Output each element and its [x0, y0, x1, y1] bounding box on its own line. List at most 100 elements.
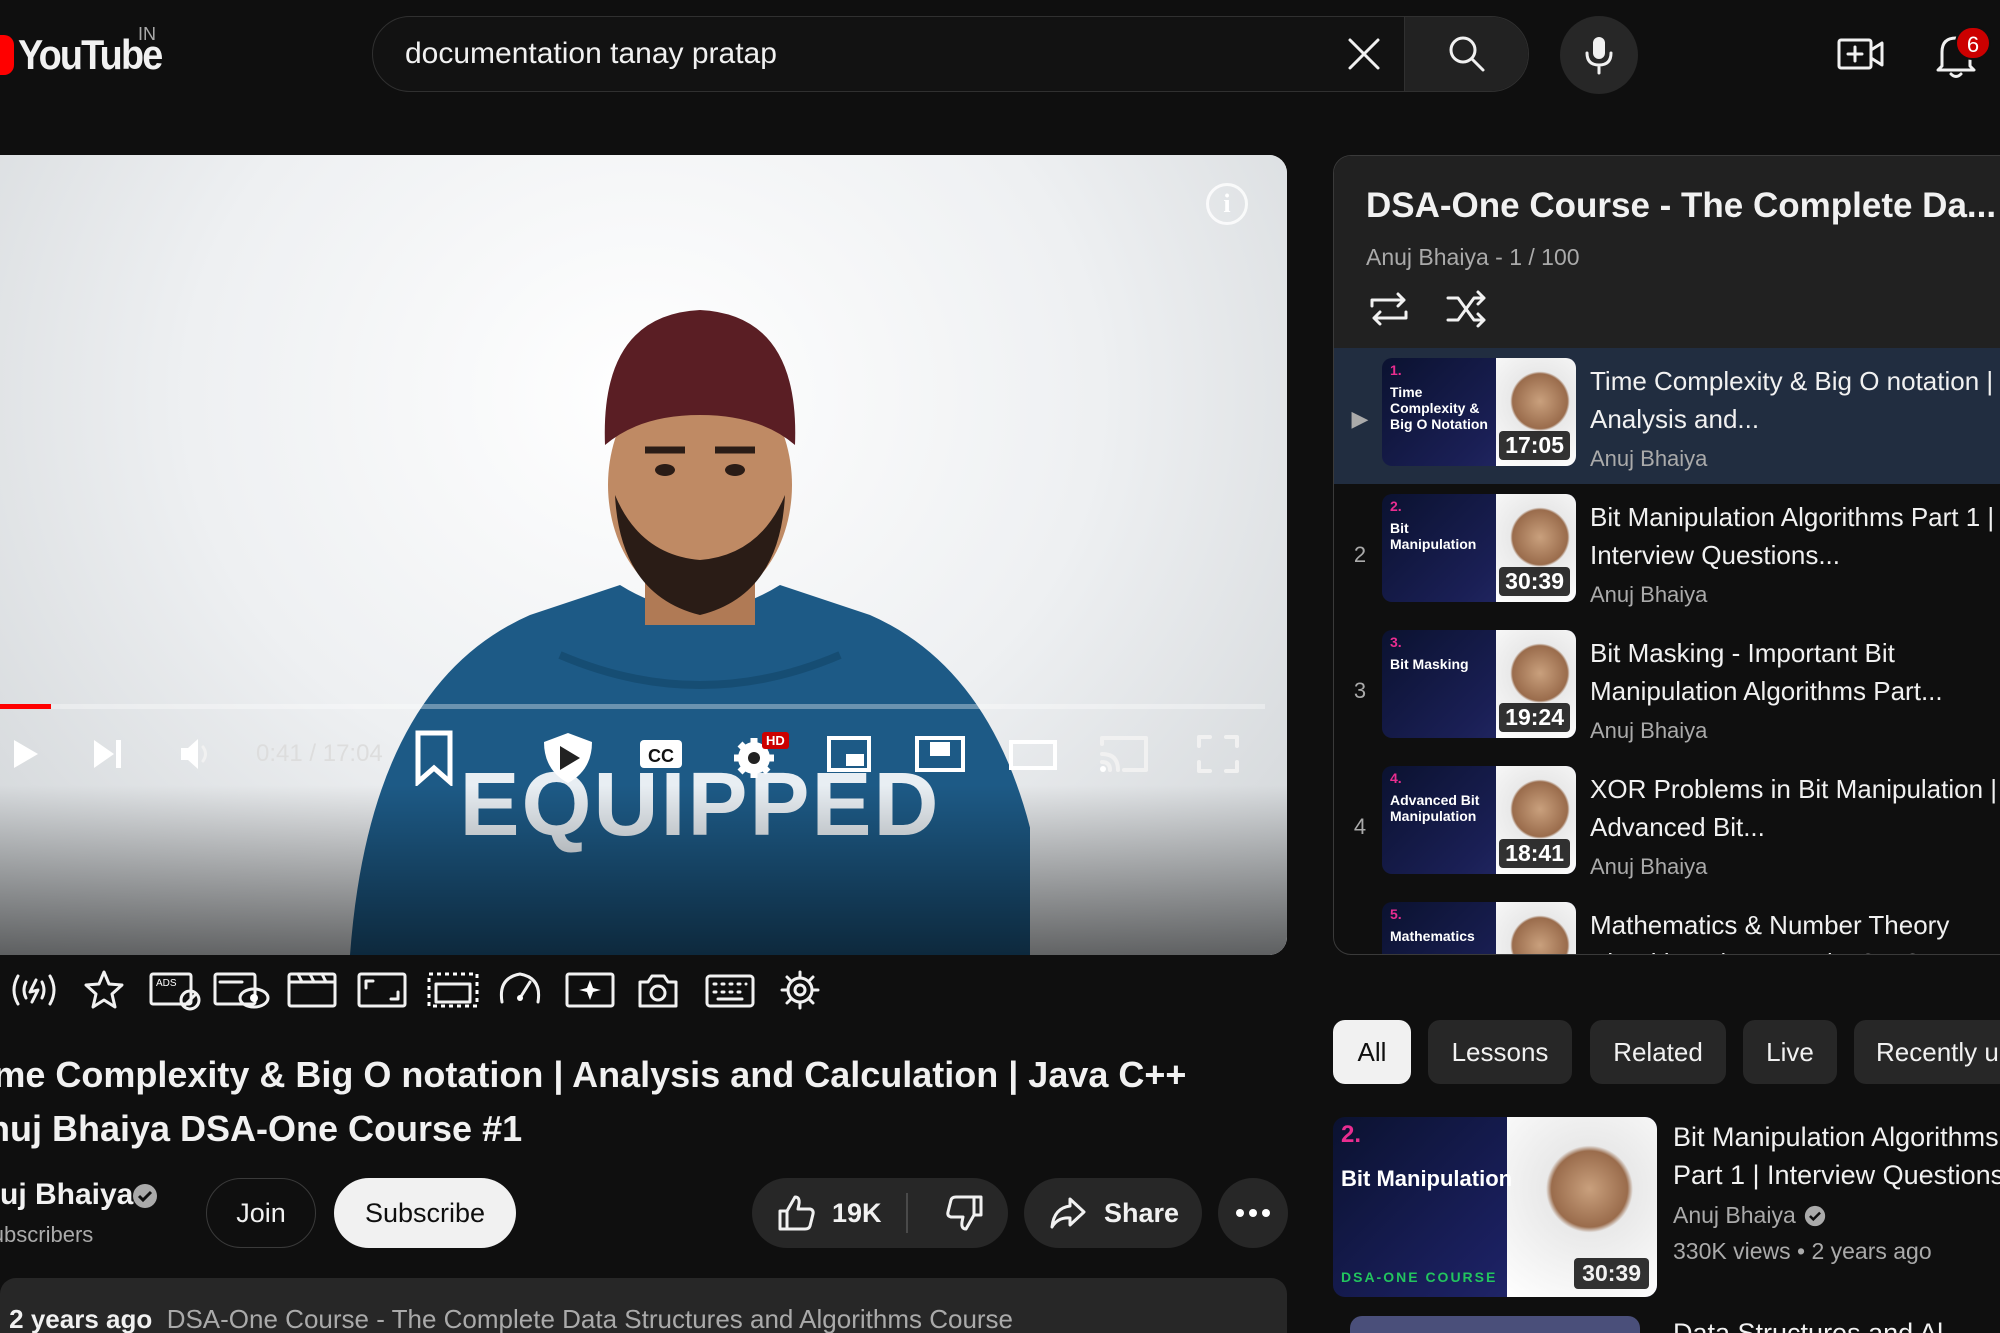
related-video-channel[interactable]: Anuj Bhaiya [1673, 1202, 1826, 1229]
theater-icon [1009, 740, 1057, 770]
play-button[interactable] [10, 734, 42, 774]
playlist-link[interactable]: DSA-One Course - The Complete Data Struc… [167, 1304, 1013, 1333]
subscribe-button[interactable]: Subscribe [334, 1178, 516, 1248]
fullscreen-icon [1197, 735, 1239, 773]
playlist-item-thumbnail: 1. Time Complexity & Big O Notation 17:0… [1382, 358, 1576, 466]
playlist-item-channel: Anuj Bhaiya [1590, 718, 1708, 743]
playlist-item[interactable]: 4 4. Advanced Bit Manipulation 18:41 XOR… [1334, 756, 2000, 892]
loop-icon[interactable] [1366, 288, 1412, 330]
save-bookmark-button[interactable] [412, 730, 456, 786]
playlist-item-channel: Anuj Bhaiya [1590, 582, 1708, 607]
thumbnail-face [1496, 902, 1576, 954]
view-mode-button[interactable] [212, 968, 270, 1012]
progress-bar[interactable] [0, 704, 1265, 709]
thumbnail-number: 2. [1341, 1121, 1362, 1148]
chip-related[interactable]: Related [1590, 1020, 1726, 1084]
join-button[interactable]: Join [206, 1178, 316, 1248]
info-icon[interactable]: i [1206, 183, 1248, 225]
playlist-subtitle: Anuj Bhaiya - 1 / 100 [1366, 244, 1580, 270]
playlist-item-title: Time Complexity & Big O notation | Analy… [1590, 366, 1994, 434]
dislike-button[interactable] [922, 1178, 1008, 1248]
search-box[interactable]: documentation tanay pratap [372, 16, 1529, 92]
svg-text:ADS: ADS [156, 978, 177, 989]
playlist-item[interactable]: 2 2. Bit Manipulation 30:39 Bit Manipula… [1334, 484, 2000, 620]
favorite-button[interactable] [82, 968, 130, 1012]
related-video-meta: 330K views • 2 years ago [1673, 1238, 1932, 1264]
progress-played [0, 704, 51, 709]
playlist-item[interactable]: ▶ 1. Time Complexity & Big O Notation 17… [1334, 348, 2000, 484]
chip-lessons[interactable]: Lessons [1428, 1020, 1572, 1084]
subtitles-button[interactable]: CC [638, 734, 684, 774]
playlist-item-index: 2 [1353, 542, 1367, 567]
settings-button[interactable]: HD [732, 730, 789, 780]
search-button[interactable] [1404, 17, 1528, 91]
playlist-title[interactable]: DSA-One Course - The Complete Da... [1366, 186, 1996, 226]
thumbs-down-icon [946, 1195, 983, 1231]
cast-button[interactable] [1098, 734, 1150, 774]
time-display: 0:41 / 17:04 [256, 740, 383, 767]
extension-settings-button[interactable] [778, 968, 826, 1012]
thumbnail-text: Mathematics [1390, 928, 1475, 944]
volume-icon [181, 739, 207, 769]
audio-boost-button[interactable] [8, 968, 56, 1012]
star-icon [84, 970, 124, 1009]
keyboard-icon [705, 974, 755, 1008]
thumbs-up-icon [778, 1195, 815, 1231]
dotted-frame-icon [427, 972, 479, 1008]
thumbnail-number: 3. [1390, 634, 1402, 650]
ads-block-icon: ADS [149, 972, 201, 1011]
enhance-button[interactable] [564, 968, 615, 1012]
crop-button[interactable] [426, 968, 479, 1012]
clear-search-button[interactable] [1324, 17, 1404, 91]
sparkle-icon [565, 972, 615, 1008]
video-duration: 30:39 [1574, 1258, 1649, 1289]
playlist-item-index: ▶ [1351, 406, 1369, 431]
thumbnail-text: Time Complexity & Big O Notation [1390, 384, 1488, 432]
shuffle-icon[interactable] [1444, 288, 1490, 330]
chip-all[interactable]: All [1333, 1020, 1411, 1084]
video-duration: 30:39 [1499, 567, 1570, 596]
fullscreen-button[interactable] [1196, 734, 1240, 774]
clip-button[interactable] [286, 968, 337, 1012]
mute-button[interactable] [178, 734, 214, 774]
ad-skip-button[interactable]: ADS [148, 968, 201, 1012]
controls-shade [0, 785, 1287, 955]
create-video-button[interactable] [1836, 30, 1886, 80]
chip-live[interactable]: Live [1743, 1020, 1837, 1084]
thumbnail-number: 1. [1390, 362, 1402, 378]
playlist-item-channel: Anuj Bhaiya [1590, 446, 1708, 471]
aspect-ratio-button[interactable] [356, 968, 407, 1012]
keyboard-shortcuts-button[interactable] [704, 968, 755, 1012]
search-input[interactable]: documentation tanay pratap [373, 37, 1324, 71]
theater-mode-button[interactable] [1008, 734, 1058, 774]
extension-toolbar: ADS [0, 960, 820, 1020]
related-video-thumbnail[interactable] [1350, 1316, 1640, 1333]
pip-button[interactable] [914, 734, 966, 774]
playlist-item[interactable]: 3 3. Bit Masking 19:24 Bit Masking - Imp… [1334, 620, 2000, 756]
playback-speed-button[interactable] [496, 968, 544, 1012]
miniplayer-button[interactable] [826, 734, 872, 774]
voice-search-button[interactable] [1560, 16, 1638, 94]
more-actions-button[interactable] [1218, 1178, 1288, 1248]
youtube-logo[interactable]: YouTube IN [0, 22, 177, 88]
related-video-title[interactable]: Bit Manipulation Algorithms Part 1 | Int… [1673, 1118, 2000, 1194]
channel-name[interactable]: Anuj Bhaiya [0, 1178, 133, 1212]
playlist-item-index: 3 [1353, 678, 1367, 703]
next-button[interactable] [90, 734, 126, 774]
country-code: IN [138, 24, 156, 44]
verified-badge-icon [133, 1184, 157, 1208]
bookmark-icon [415, 730, 453, 786]
like-button[interactable]: 19K [752, 1178, 908, 1248]
playlist-item-thumbnail: 2. Bit Manipulation 30:39 [1382, 494, 1576, 602]
related-video-thumbnail[interactable]: 2. Bit Manipulation DSA-ONE COURSE 30:39 [1333, 1117, 1657, 1297]
related-video-title[interactable]: Data Structures and Al... [1673, 1318, 1966, 1333]
video-player[interactable]: EQUIPPED i [0, 155, 1287, 955]
thumbnail-number: 4. [1390, 770, 1402, 786]
share-button[interactable]: Share [1024, 1178, 1202, 1248]
playlist-item[interactable]: 5 5. Mathematics Mathematics & Number Th… [1334, 892, 2000, 954]
screenshot-button[interactable] [636, 968, 684, 1012]
chip-recently-uploaded[interactable]: Recently u [1854, 1020, 2000, 1084]
related-title-line: Bit Manipulation Algorithms [1673, 1122, 1999, 1152]
speedometer-icon [499, 972, 541, 1004]
adblock-shield-button[interactable] [540, 730, 596, 786]
